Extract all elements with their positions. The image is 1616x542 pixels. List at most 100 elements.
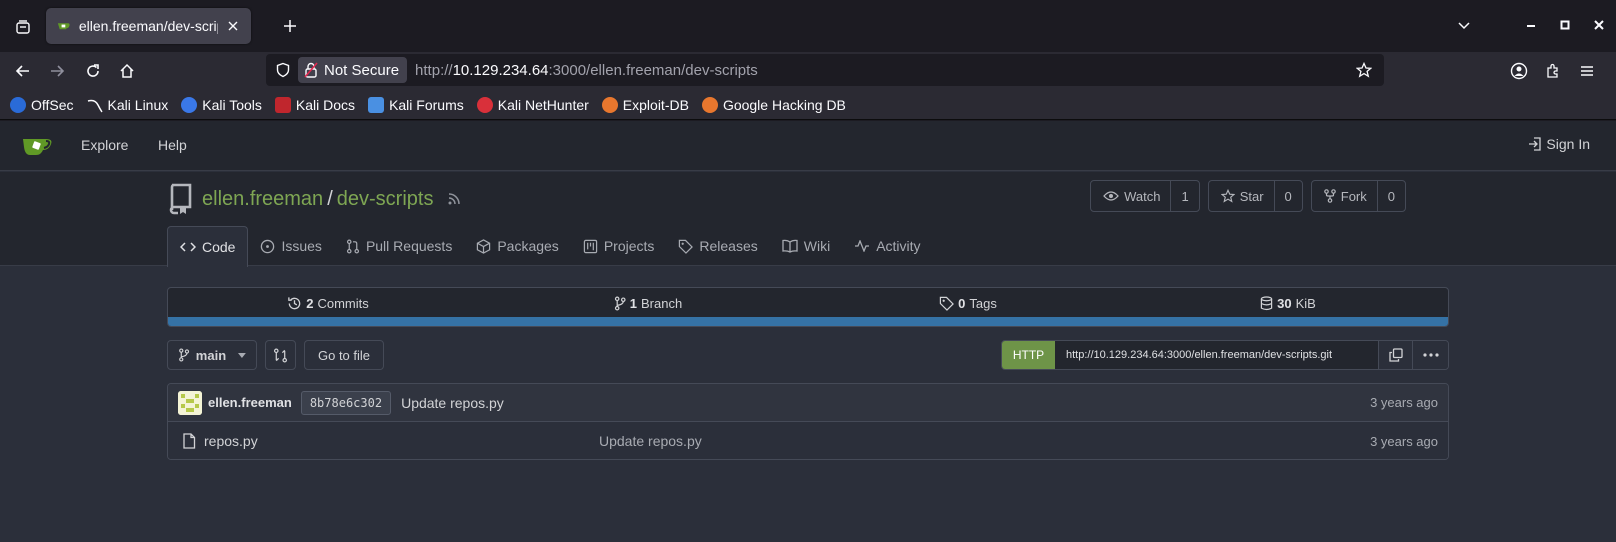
bookmark-kali-tools[interactable]: Kali Tools xyxy=(181,96,262,113)
tab-label: Wiki xyxy=(803,238,831,254)
browser-tab-bar: ellen.freeman/dev-scripts xyxy=(0,0,1616,52)
bookmark-label: OffSec xyxy=(31,96,74,113)
eye-icon xyxy=(1103,191,1119,201)
file-name-link[interactable]: repos.py xyxy=(204,433,258,449)
clone-more-button[interactable] xyxy=(1412,341,1448,369)
repo-owner-link[interactable]: ellen.freeman xyxy=(202,188,323,211)
tab-code[interactable]: Code xyxy=(167,226,249,267)
app-menu-button[interactable] xyxy=(1572,56,1602,86)
puzzle-icon xyxy=(1547,63,1558,78)
copy-clone-url-button[interactable] xyxy=(1378,341,1412,369)
sign-in-link[interactable]: Sign In xyxy=(1528,136,1590,152)
tab-list-button[interactable] xyxy=(6,10,40,44)
home-button[interactable] xyxy=(112,56,142,86)
tab-wiki[interactable]: Wiki xyxy=(770,226,842,266)
star-button[interactable]: Star 0 xyxy=(1207,180,1303,212)
tag-icon xyxy=(679,239,694,254)
bookmark-kali-linux[interactable]: Kali Linux xyxy=(87,97,168,113)
new-tab-button[interactable] xyxy=(276,12,304,40)
fork-icon xyxy=(1323,189,1336,203)
account-button[interactable] xyxy=(1504,56,1534,86)
bookmark-kali-forums[interactable]: Kali Forums xyxy=(368,96,464,113)
bookmark-offsec[interactable]: OffSec xyxy=(10,96,74,113)
branch-icon xyxy=(179,348,190,362)
star-count[interactable]: 0 xyxy=(1273,181,1302,211)
issue-icon xyxy=(261,239,275,253)
close-window-button[interactable] xyxy=(1582,10,1616,40)
tab-label: Packages xyxy=(497,238,559,254)
ghdb-icon xyxy=(701,96,718,113)
size-stat: 30 KiB xyxy=(1128,296,1448,311)
list-all-tabs-button[interactable] xyxy=(1450,14,1478,38)
nav-explore-link[interactable]: Explore xyxy=(81,137,128,153)
site-security-indicator[interactable]: Not Secure xyxy=(298,57,408,83)
bookmark-kali-docs[interactable]: Kali Docs xyxy=(274,96,355,113)
bookmark-google-hacking-db[interactable]: Google Hacking DB xyxy=(701,96,846,113)
url-protocol: http:// xyxy=(415,61,453,79)
copy-icon xyxy=(1388,348,1403,362)
bookmark-exploit-db[interactable]: Exploit-DB xyxy=(601,96,689,113)
commit-sha-link[interactable]: 8b78e6c302 xyxy=(300,390,392,415)
tags-stat[interactable]: 0 Tags xyxy=(808,296,1128,311)
close-tab-icon[interactable] xyxy=(224,17,241,35)
plus-icon xyxy=(284,20,296,32)
file-commit-message-link[interactable]: Update repos.py xyxy=(599,433,702,449)
more-horizontal-icon xyxy=(1422,353,1439,357)
sign-in-label: Sign In xyxy=(1546,136,1590,152)
commit-author-link[interactable]: ellen.freeman xyxy=(208,395,292,410)
avatar[interactable] xyxy=(178,390,202,415)
browser-tab-active[interactable]: ellen.freeman/dev-scripts xyxy=(46,8,251,44)
rss-icon[interactable] xyxy=(447,192,461,206)
tab-title: ellen.freeman/dev-scripts xyxy=(78,18,218,34)
tab-projects[interactable]: Projects xyxy=(571,226,667,266)
bookmark-star-button[interactable] xyxy=(1352,58,1376,82)
tab-label: Activity xyxy=(876,238,921,254)
commit-time: 3 years ago xyxy=(1370,395,1438,410)
watch-count[interactable]: 1 xyxy=(1170,181,1198,211)
reload-button[interactable] xyxy=(78,56,108,86)
fork-count[interactable]: 0 xyxy=(1376,181,1405,211)
forward-button[interactable] xyxy=(42,56,72,86)
nav-help-link[interactable]: Help xyxy=(158,137,187,153)
commits-count: 2 xyxy=(306,295,314,311)
compare-icon xyxy=(273,348,288,362)
tab-releases[interactable]: Releases xyxy=(666,226,769,266)
branch-icon xyxy=(614,296,626,310)
tags-label: Tags xyxy=(969,295,997,311)
extensions-button[interactable] xyxy=(1538,56,1568,86)
commit-message-link[interactable]: Update repos.py xyxy=(401,395,504,411)
repo-name-link[interactable]: dev-scripts xyxy=(337,188,434,211)
go-to-file-button[interactable]: Go to file xyxy=(304,340,384,370)
repo-toolbar: main Go to file HTTP http://10.129.234.6… xyxy=(167,340,1449,370)
gitea-favicon-icon xyxy=(57,23,70,30)
offsec-icon xyxy=(10,96,26,113)
compare-button[interactable] xyxy=(265,340,296,370)
tab-pull-requests[interactable]: Pull Requests xyxy=(334,226,464,266)
commits-stat[interactable]: 2 Commits xyxy=(168,296,488,311)
url-text[interactable]: http://10.129.234.64:3000/ellen.freeman/… xyxy=(415,62,758,79)
watch-button[interactable]: Watch 1 xyxy=(1090,180,1200,212)
tag-icon xyxy=(939,296,955,311)
back-button[interactable] xyxy=(8,56,38,86)
file-icon xyxy=(183,433,196,449)
clone-protocol-button[interactable]: HTTP xyxy=(1002,341,1055,369)
clone-url-input[interactable]: http://10.129.234.64:3000/ellen.freeman/… xyxy=(1055,341,1378,369)
exploit-db-icon xyxy=(601,96,618,113)
url-bar[interactable]: Not Secure http://10.129.234.64:3000/ell… xyxy=(266,54,1384,86)
branch-dropdown[interactable]: main xyxy=(167,340,257,370)
minimize-button[interactable] xyxy=(1514,10,1548,40)
bookmark-kali-nethunter[interactable]: Kali NetHunter xyxy=(476,96,589,113)
package-icon xyxy=(477,238,491,254)
tracking-protection-shield-icon[interactable] xyxy=(268,55,298,85)
tab-packages[interactable]: Packages xyxy=(464,226,570,266)
tab-issues[interactable]: Issues xyxy=(248,226,333,266)
kali-tools-icon xyxy=(181,96,198,113)
tab-label: Code xyxy=(202,239,236,255)
tab-label: Projects xyxy=(603,238,655,254)
branches-stat[interactable]: 1 Branch xyxy=(488,296,808,311)
language-bar[interactable] xyxy=(168,317,1448,326)
tab-activity[interactable]: Activity xyxy=(842,226,932,266)
maximize-button[interactable] xyxy=(1548,10,1582,40)
fork-button[interactable]: Fork 0 xyxy=(1310,180,1406,212)
gitea-logo-icon[interactable] xyxy=(22,133,54,159)
